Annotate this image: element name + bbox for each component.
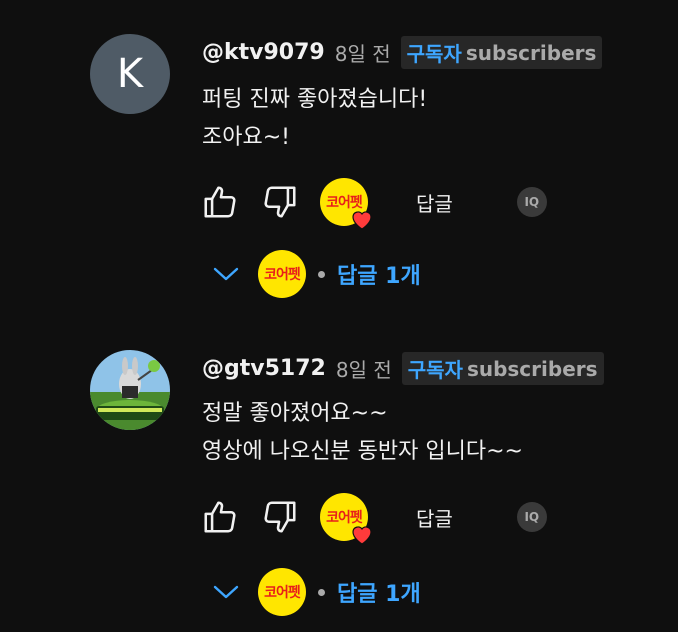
badge-label-en: subscribers [465, 40, 597, 65]
reply-count: 답글 1개 [337, 582, 421, 607]
separator-dot [318, 270, 325, 278]
view-replies-button[interactable]: 코어펫 답글 1개 [212, 249, 421, 299]
thumbs-down-icon [264, 186, 296, 218]
creator-heart: 코어펫 [320, 493, 372, 545]
comment-line: 조아요~! [202, 125, 290, 150]
author-handle[interactable]: @gtv5172 [202, 356, 326, 381]
creator-heart: 코어펫 [320, 178, 372, 230]
creator-reply-avatar: 코어펫 [258, 250, 306, 298]
comment-actions: 코어펫 답글 IQ [198, 178, 547, 230]
badge-label-en: subscribers [466, 356, 598, 381]
comment-line: 영상에 나오신분 동반자 입니다~~ [202, 439, 523, 464]
avatar-letter: K [116, 51, 144, 97]
comment-header: @gtv5172 8일 전 구독자 subscribers [202, 352, 604, 385]
dislike-button[interactable] [258, 180, 302, 224]
badge-label-ko: 구독자 [406, 42, 462, 66]
like-button[interactable] [198, 495, 242, 539]
comment-time[interactable]: 8일 전 [336, 354, 392, 383]
reply-count: 답글 1개 [337, 264, 421, 289]
avatar[interactable] [90, 350, 170, 430]
chevron-down-icon [212, 578, 240, 606]
translate-icon: IQ [524, 195, 540, 209]
dislike-button[interactable] [258, 495, 302, 539]
comment-text: 정말 좋아졌어요~~ 영상에 나오신분 동반자 입니다~~ [202, 395, 523, 471]
comment-line: 퍼팅 진짜 좋아졌습니다! [202, 87, 428, 112]
like-button[interactable] [198, 180, 242, 224]
comment-actions: 코어펫 답글 IQ [198, 493, 547, 545]
comment-header: @ktv9079 8일 전 구독자 subscribers [202, 36, 603, 69]
heart-icon [352, 526, 372, 545]
chevron-down-icon [212, 260, 240, 288]
reply-button[interactable]: 답글 [416, 503, 453, 532]
thumbs-up-icon [204, 501, 236, 533]
avatar[interactable]: K [90, 34, 170, 114]
thumbs-up-icon [204, 186, 236, 218]
subscriber-badge: 구독자 subscribers [401, 352, 604, 385]
thumbs-down-icon [264, 501, 296, 533]
comment-line: 정말 좋아졌어요~~ [202, 401, 388, 426]
view-replies-button[interactable]: 코어펫 답글 1개 [212, 567, 421, 617]
subscriber-badge: 구독자 subscribers [400, 36, 603, 69]
avatar-image [90, 350, 170, 430]
badge-label-ko: 구독자 [407, 358, 463, 382]
author-handle[interactable]: @ktv9079 [202, 40, 325, 65]
translate-button[interactable]: IQ [516, 187, 547, 217]
reply-button[interactable]: 답글 [416, 188, 453, 217]
creator-reply-avatar: 코어펫 [258, 568, 306, 616]
comment-time[interactable]: 8일 전 [335, 38, 391, 67]
heart-icon [352, 211, 372, 230]
comment-text: 퍼팅 진짜 좋아졌습니다! 조아요~! [202, 81, 427, 157]
translate-button[interactable]: IQ [516, 502, 547, 532]
separator-dot [318, 588, 325, 596]
translate-icon: IQ [524, 510, 540, 524]
